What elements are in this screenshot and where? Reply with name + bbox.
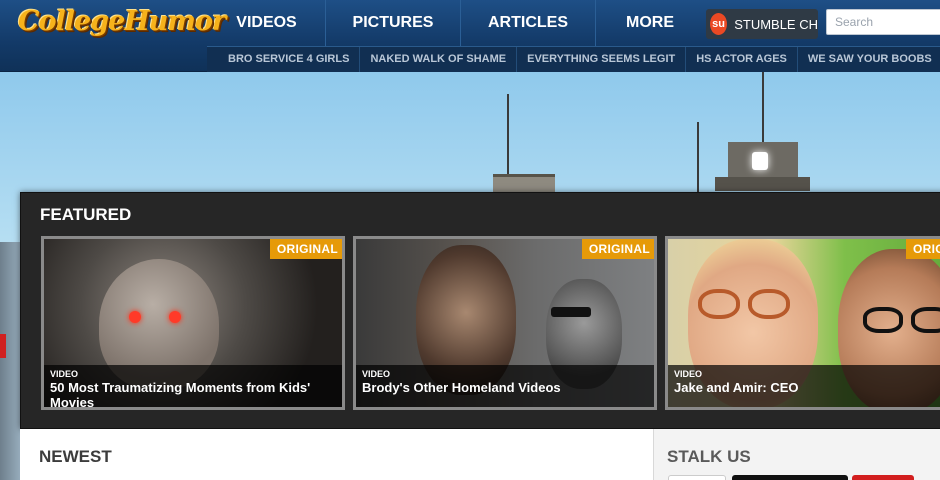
nav-articles[interactable]: ARTICLES xyxy=(461,0,596,46)
nav-more[interactable]: MORE xyxy=(596,0,704,46)
tower-light xyxy=(752,152,768,170)
featured-card[interactable]: ORIGINAL VIDEO 50 Most Traumatizing Mome… xyxy=(41,236,345,410)
nav-videos[interactable]: VIDEOS xyxy=(208,0,326,46)
subnav-item-we-saw[interactable]: WE SAW YOUR BOOBS xyxy=(796,47,940,72)
red-accent xyxy=(0,334,6,358)
card-type: VIDEO xyxy=(362,369,391,379)
nav-pictures[interactable]: PICTURES xyxy=(326,0,461,46)
original-badge: ORIGINAL xyxy=(269,239,342,259)
card-type: VIDEO xyxy=(674,369,703,379)
newest-section: NEWEST xyxy=(20,429,654,480)
stumble-label: STUMBLE CH xyxy=(734,16,818,32)
card-caption: VIDEO Jake and Amir: CEO xyxy=(668,365,940,407)
subnav-item-actor-ages[interactable]: HS ACTOR AGES xyxy=(685,47,797,72)
social-widget[interactable] xyxy=(852,475,914,480)
featured-panel: FEATURED ORIGINAL VIDEO 50 Most Traumati… xyxy=(20,192,940,429)
site-header: CollegeHumor VIDEOS PICTURES ARTICLES MO… xyxy=(0,0,940,72)
original-badge: ORIGINAL xyxy=(581,239,654,259)
social-widget[interactable] xyxy=(732,475,848,480)
trending-subnav: BRO SERVICE 4 GIRLS NAKED WALK OF SHAME … xyxy=(207,46,940,72)
featured-title: FEATURED xyxy=(40,205,132,224)
card-title[interactable]: Brody's Other Homeland Videos xyxy=(362,380,648,395)
antenna xyxy=(697,122,699,192)
card-type: VIDEO xyxy=(50,369,79,379)
featured-card[interactable]: ORIGINAL VIDEO Brody's Other Homeland Vi… xyxy=(353,236,657,410)
logo-text: CollegeHumor xyxy=(18,6,226,37)
card-caption: VIDEO Brody's Other Homeland Videos xyxy=(356,365,654,407)
rooftop xyxy=(493,174,555,192)
stalk-us-heading: STALK US xyxy=(667,447,751,466)
search-input[interactable] xyxy=(826,9,940,35)
card-title[interactable]: Jake and Amir: CEO xyxy=(674,380,940,395)
tower-base xyxy=(715,177,810,191)
collegehumor-logo[interactable]: CollegeHumor xyxy=(18,6,226,46)
building-silhouette xyxy=(0,242,22,480)
card-caption: VIDEO 50 Most Traumatizing Moments from … xyxy=(44,365,342,407)
stumble-button[interactable]: su STUMBLE CH xyxy=(706,9,818,39)
antenna xyxy=(762,72,764,152)
subnav-item-naked-walk[interactable]: NAKED WALK OF SHAME xyxy=(359,47,516,72)
stalk-us-section: STALK US xyxy=(654,429,940,480)
stumbleupon-icon: su xyxy=(710,13,728,35)
featured-card[interactable]: ORIGINAL VIDEO Jake and Amir: CEO xyxy=(665,236,940,410)
original-badge: ORIGINAL xyxy=(906,239,940,259)
social-widget[interactable] xyxy=(668,475,726,480)
subnav-item-seems-legit[interactable]: EVERYTHING SEEMS LEGIT xyxy=(516,47,685,72)
card-title[interactable]: 50 Most Traumatizing Moments from Kids' … xyxy=(50,380,336,407)
newest-heading: NEWEST xyxy=(39,447,112,466)
subnav-item-bro-service[interactable]: BRO SERVICE 4 GIRLS xyxy=(207,47,359,72)
main-nav: VIDEOS PICTURES ARTICLES MORE xyxy=(208,0,704,46)
